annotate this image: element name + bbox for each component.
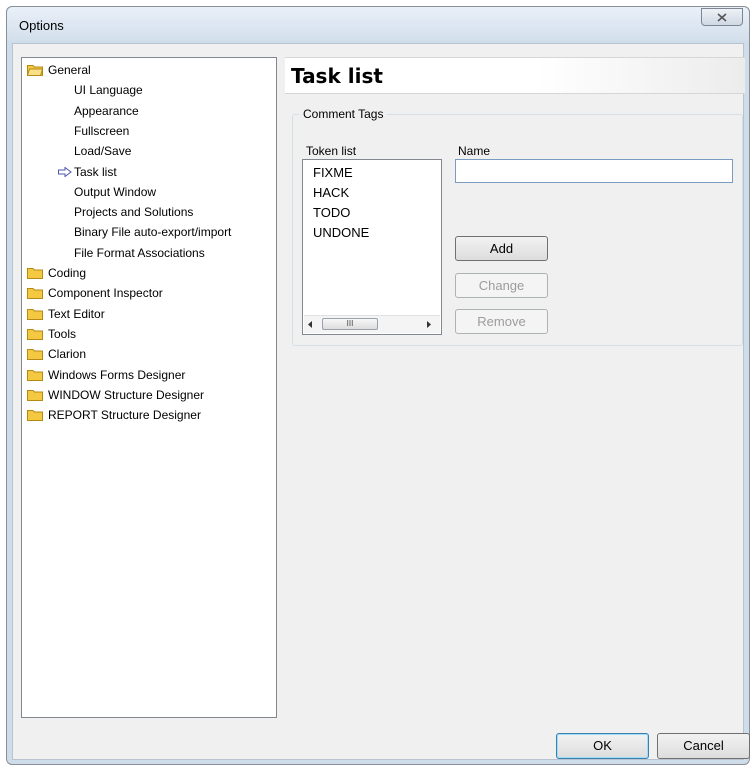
add-button[interactable]: Add (455, 236, 548, 261)
token-list-label: Token list (306, 144, 357, 158)
tree-item[interactable]: Clarion (22, 345, 272, 363)
tree-item[interactable]: Coding (22, 264, 272, 282)
change-button[interactable]: Change (455, 273, 548, 298)
tree-item-label: Fullscreen (74, 123, 130, 138)
close-button[interactable] (701, 8, 743, 26)
tree-item-label: Text Editor (48, 306, 105, 321)
folder-icon (27, 410, 43, 422)
name-input[interactable] (455, 159, 733, 183)
scroll-left-icon[interactable] (308, 321, 313, 328)
scroll-right-icon[interactable] (427, 321, 432, 328)
panel-header: Task list (285, 57, 745, 94)
arrow-right-icon (58, 166, 72, 177)
ok-button[interactable]: OK (556, 733, 649, 759)
tree-item[interactable]: File Format Associations (22, 244, 272, 262)
tree-item-label: REPORT Structure Designer (48, 408, 201, 423)
tree-item-label: Windows Forms Designer (48, 367, 186, 382)
list-item[interactable]: TODO (313, 204, 350, 222)
tree-item-label: WINDOW Structure Designer (48, 387, 205, 402)
tree-item[interactable]: UI Language (22, 81, 272, 99)
list-item[interactable]: FIXME (313, 164, 353, 182)
tree-item[interactable]: Windows Forms Designer (22, 366, 272, 384)
list-item[interactable]: UNDONE (313, 224, 369, 242)
tree-item-label: Tools (48, 326, 77, 341)
folder-icon (27, 328, 43, 340)
tree-item[interactable]: Task list (22, 163, 272, 181)
tree-item-label: Task list (74, 164, 117, 179)
tree-item-label: Component Inspector (48, 286, 163, 301)
page-title: Task list (291, 64, 383, 88)
tree-item-label: Projects and Solutions (74, 205, 194, 220)
tree-item-label: General (48, 63, 91, 77)
tree-item[interactable]: Tools (22, 325, 272, 343)
tree-item-label: Output Window (74, 184, 157, 199)
folder-icon (27, 288, 43, 300)
folder-open-icon (27, 65, 43, 76)
window-title: Options (19, 18, 64, 33)
folder-icon (27, 389, 43, 401)
tree-item-label: UI Language (74, 83, 143, 98)
tree-item[interactable]: Load/Save (22, 142, 272, 160)
tree-item[interactable]: REPORT Structure Designer (22, 406, 272, 424)
tree-item-label: Clarion (48, 347, 87, 362)
tree-item[interactable]: Projects and Solutions (22, 203, 272, 221)
tree-item-label: File Format Associations (74, 245, 205, 260)
tree-item[interactable]: Text Editor (22, 305, 272, 323)
tree-item-label: Appearance (74, 103, 139, 118)
name-label: Name (458, 144, 491, 158)
tree-item[interactable]: Fullscreen (22, 122, 272, 140)
folder-icon (27, 308, 43, 320)
tree-item[interactable]: Output Window (22, 183, 272, 201)
tree-item-label: Coding (48, 266, 87, 280)
folder-icon (27, 268, 43, 279)
tree-item-label: Load/Save (74, 144, 132, 159)
tree-item[interactable]: General (22, 61, 272, 79)
remove-button[interactable]: Remove (455, 309, 548, 334)
title-bar[interactable]: Options (7, 7, 749, 41)
list-item[interactable]: HACK (313, 184, 349, 202)
token-list[interactable]: FIXME HACK TODO UNDONE III (302, 159, 442, 335)
horizontal-scrollbar[interactable]: III (304, 315, 440, 333)
tree-item[interactable]: Appearance (22, 102, 272, 120)
comment-tags-label: Comment Tags (299, 107, 388, 121)
tree-item[interactable]: WINDOW Structure Designer (22, 386, 272, 404)
tree-item[interactable]: Binary File auto-export/import (22, 223, 272, 241)
scroll-thumb[interactable]: III (322, 318, 378, 330)
tree-item-label: Binary File auto-export/import (74, 225, 232, 240)
folder-icon (27, 369, 43, 381)
cancel-button[interactable]: Cancel (657, 733, 750, 759)
options-tree[interactable]: General UI Language Appearance Fullscreen Lo… (21, 57, 277, 718)
close-icon (717, 12, 727, 22)
folder-icon (27, 349, 43, 361)
tree-item[interactable]: Component Inspector (22, 284, 272, 302)
